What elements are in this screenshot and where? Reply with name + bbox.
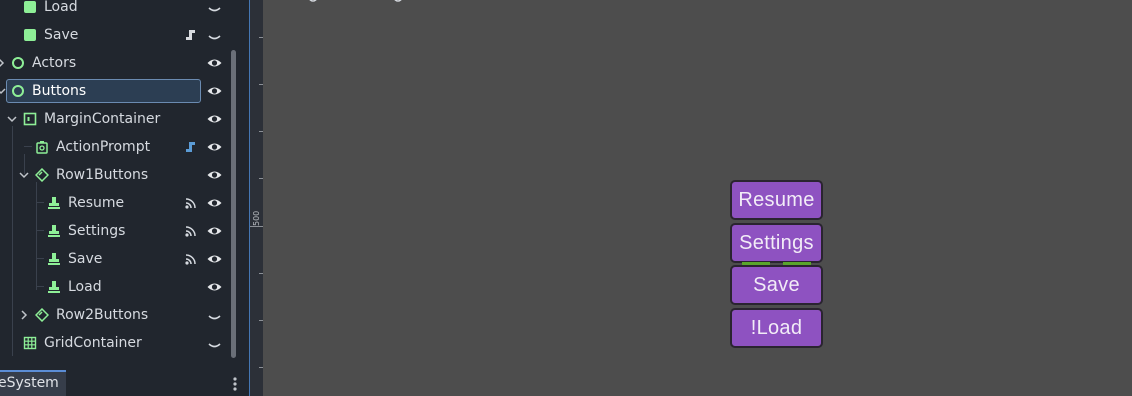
resume-button[interactable]: Resume	[730, 180, 823, 220]
tree-item-load[interactable]: Load	[0, 273, 229, 301]
grid-container-icon	[23, 336, 37, 350]
tree-item-label: GridContainer	[44, 335, 142, 351]
visibility-toggle-icon[interactable]	[206, 27, 223, 43]
tree-item-settings[interactable]: Settings	[0, 217, 229, 245]
chevron-down-icon[interactable]	[17, 168, 31, 182]
script-icon[interactable]	[184, 28, 198, 42]
save-button[interactable]: Save	[730, 265, 823, 305]
chevron-right-icon[interactable]	[0, 56, 8, 70]
tree-item-actionprompt[interactable]: ActionPrompt	[0, 133, 229, 161]
chevron-right-icon[interactable]	[17, 308, 31, 322]
control-node-icon	[24, 1, 36, 13]
vertical-ruler	[250, 0, 263, 396]
eye-icon[interactable]	[206, 223, 223, 239]
tree-item-save[interactable]: Save	[0, 245, 229, 273]
eye-icon[interactable]	[206, 195, 223, 211]
eye-icon[interactable]	[206, 111, 223, 127]
tree-item-label: Resume	[68, 195, 125, 211]
tab-filesystem[interactable]: eSystem	[0, 370, 66, 396]
tree-item-row1buttons[interactable]: Row1Buttons	[0, 161, 229, 189]
signal-icon[interactable]	[184, 252, 198, 266]
tree-item-actors[interactable]: Actors	[0, 49, 229, 77]
tree-item-label: Row2Buttons	[56, 307, 149, 323]
ruler-label: 500	[252, 210, 261, 226]
tree-item-resume[interactable]: Resume	[0, 189, 229, 217]
visibility-toggle-icon[interactable]	[206, 0, 223, 15]
tree-item-label: Save	[68, 251, 103, 267]
container-icon	[35, 308, 49, 322]
chevron-down-icon[interactable]	[5, 112, 19, 126]
tree-item-label: Settings	[68, 223, 126, 239]
action-prompt-icon	[36, 141, 48, 154]
ruler-tick	[250, 226, 263, 227]
signal-icon[interactable]	[184, 196, 198, 210]
tree-item-label: Load	[68, 279, 102, 295]
control-node-icon	[24, 29, 36, 41]
tree-item-label: ActionPrompt	[56, 139, 151, 155]
button-node-icon	[48, 225, 60, 237]
button-node-icon	[48, 281, 60, 293]
dock-tab-bar: eSystem	[0, 362, 249, 396]
tree-item-label: Load	[44, 0, 78, 15]
tree-item-buttons[interactable]: Buttons	[0, 77, 229, 105]
eye-icon[interactable]	[206, 139, 223, 155]
node2d-circle-icon	[12, 85, 24, 97]
tree-item-label: MarginContainer	[44, 111, 161, 127]
tree-item-row2buttons[interactable]: Row2Buttons	[0, 301, 229, 329]
tree-item-label: Save	[44, 27, 79, 43]
tree-item-save-top[interactable]: Save	[0, 21, 229, 49]
margin-container-icon	[23, 112, 37, 126]
scene-tree-panel: Load Save Actors Buttons MarginContainer…	[0, 0, 243, 362]
chevron-down-icon[interactable]	[0, 84, 8, 98]
visibility-toggle-icon[interactable]	[206, 335, 223, 351]
tree-scrollbar[interactable]	[231, 50, 236, 358]
tree-item-label: Row1Buttons	[56, 167, 149, 183]
settings-button[interactable]: Settings	[730, 223, 823, 263]
editor-viewport[interactable]: Resume Settings Save !Load	[263, 0, 1132, 396]
tree-item-load-top[interactable]: Load	[0, 0, 229, 21]
eye-icon[interactable]	[206, 55, 223, 71]
container-icon	[35, 168, 49, 182]
tree-item-gridcontainer[interactable]: GridContainer	[0, 329, 229, 357]
node2d-circle-icon	[12, 57, 24, 69]
button-node-icon	[48, 197, 60, 209]
viewport-toolbar-fragment	[309, 0, 402, 2]
tree-item-margincontainer[interactable]: MarginContainer	[0, 105, 229, 133]
button-node-icon	[48, 253, 60, 265]
signal-icon[interactable]	[184, 224, 198, 238]
tree-item-label: Actors	[32, 55, 77, 71]
load-button[interactable]: !Load	[730, 308, 823, 348]
eye-icon[interactable]	[206, 167, 223, 183]
tree-item-label: Buttons	[32, 83, 87, 99]
eye-icon[interactable]	[206, 251, 223, 267]
script-icon[interactable]	[184, 140, 198, 154]
eye-icon[interactable]	[206, 83, 223, 99]
eye-icon[interactable]	[206, 279, 223, 295]
visibility-toggle-icon[interactable]	[206, 307, 223, 323]
vertical-dots-icon[interactable]	[228, 374, 242, 394]
